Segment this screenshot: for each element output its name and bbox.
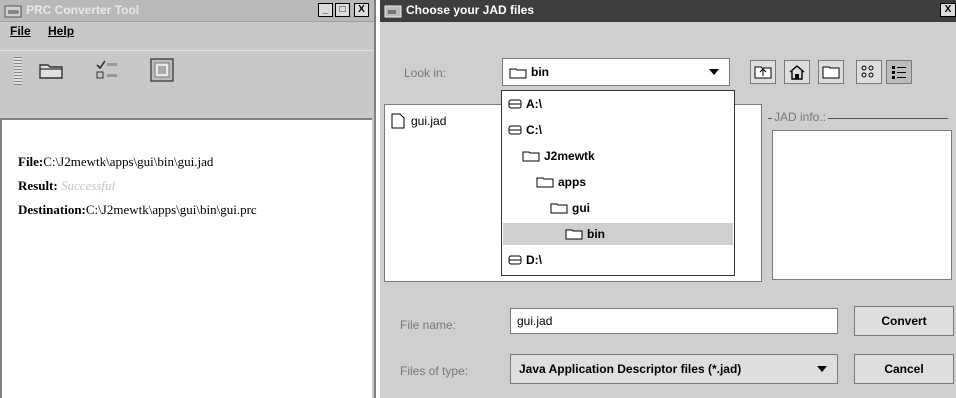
- new-folder-icon: [822, 66, 840, 79]
- folder-icon: [550, 203, 568, 214]
- up-folder-button[interactable]: [750, 60, 776, 84]
- result-label: Result:: [18, 178, 58, 193]
- drive-icon: [508, 125, 522, 135]
- cancel-label: Cancel: [884, 362, 924, 376]
- home-icon: [789, 65, 805, 80]
- open-folder-icon: [39, 64, 63, 79]
- file-row: File:C:\J2mewtk\apps\gui\bin\gui.jad: [18, 154, 213, 170]
- prc-converter-window: PRC Converter Tool _ □ X File Help File:…: [0, 0, 376, 398]
- folder-icon: [565, 229, 583, 240]
- dropdown-item-label: bin: [587, 227, 605, 241]
- convert-button[interactable]: Convert: [854, 306, 954, 336]
- chevron-down-icon: [817, 366, 827, 372]
- result-row: Result: Successful: [18, 178, 115, 194]
- home-button[interactable]: [784, 60, 810, 84]
- dropdown-item[interactable]: gui: [502, 197, 590, 219]
- menu-file[interactable]: File: [10, 24, 31, 38]
- details-view-icon: [892, 66, 906, 79]
- look-in-dropdown-list[interactable]: A:\ C:\ J2mewtk apps gui bin D:\: [501, 90, 735, 276]
- look-in-label: Look in:: [404, 66, 447, 80]
- destination-value: C:\J2mewtk\apps\gui\bin\gui.prc: [85, 202, 257, 217]
- toolbar-grip[interactable]: [14, 57, 22, 85]
- destination-label: Destination:: [18, 202, 86, 217]
- cancel-button[interactable]: Cancel: [854, 354, 954, 384]
- settings-icon: [150, 58, 174, 82]
- dropdown-item-label: gui: [572, 201, 590, 215]
- options-button[interactable]: [147, 55, 177, 85]
- up-folder-icon: [754, 66, 772, 79]
- result-value: Successful: [60, 178, 116, 193]
- drive-icon: [508, 99, 522, 109]
- folder-icon: [509, 68, 527, 79]
- dropdown-item[interactable]: A:\: [502, 93, 542, 115]
- file-value: C:\J2mewtk\apps\gui\bin\gui.jad: [43, 154, 214, 169]
- checklist-icon: [96, 60, 117, 79]
- left-window-title: PRC Converter Tool: [26, 3, 140, 17]
- destination-row: Destination:C:\J2mewtk\apps\gui\bin\gui.…: [18, 202, 257, 218]
- dropdown-item[interactable]: J2mewtk: [502, 145, 595, 167]
- dropdown-item[interactable]: C:\: [502, 119, 542, 141]
- dropdown-item[interactable]: bin: [503, 223, 733, 245]
- new-folder-button[interactable]: [818, 60, 844, 84]
- menu-help[interactable]: Help: [48, 24, 74, 38]
- file-name-label: File name:: [400, 318, 457, 332]
- files-of-type-value: Java Application Descriptor files (*.jad…: [519, 362, 742, 376]
- java-cup-icon: [4, 5, 22, 18]
- results-panel: File:C:\J2mewtk\apps\gui\bin\gui.jad Res…: [0, 118, 372, 398]
- verify-button[interactable]: [92, 55, 122, 85]
- choose-jad-dialog: Choose your JAD files X Look in: bin gui…: [380, 0, 956, 398]
- menubar: File Help: [10, 24, 88, 38]
- dialog-title: Choose your JAD files: [406, 3, 535, 17]
- details-view-button[interactable]: [886, 60, 912, 84]
- jad-info-label: JAD info.:: [772, 110, 829, 124]
- files-of-type-label: Files of type:: [400, 364, 469, 378]
- open-button[interactable]: [36, 55, 66, 85]
- jad-info-box: [772, 130, 952, 280]
- dropdown-item-label: apps: [558, 175, 587, 189]
- list-view-button[interactable]: [856, 60, 882, 84]
- toolbar: [0, 50, 374, 117]
- dropdown-item[interactable]: D:\: [502, 249, 542, 271]
- look-in-combo[interactable]: bin: [502, 58, 730, 86]
- maximize-button[interactable]: □: [335, 3, 350, 17]
- file-label: File:: [18, 154, 44, 169]
- files-of-type-combo[interactable]: Java Application Descriptor files (*.jad…: [510, 354, 838, 384]
- file-name-input-value: gui.jad: [517, 314, 553, 328]
- convert-label: Convert: [881, 314, 927, 328]
- close-button[interactable]: X: [354, 3, 369, 17]
- dialog-titlebar[interactable]: Choose your JAD files X: [380, 0, 956, 22]
- folder-icon: [522, 151, 540, 162]
- jad-info-panel: JAD info.:: [768, 110, 956, 282]
- dropdown-item-label: D:\: [526, 253, 542, 267]
- file-item[interactable]: gui.jad: [391, 113, 446, 129]
- java-cup-icon: [384, 5, 402, 18]
- dialog-close-button[interactable]: X: [940, 3, 956, 17]
- chevron-down-icon: [709, 69, 719, 75]
- dropdown-item-label: J2mewtk: [544, 149, 595, 163]
- dropdown-item-label: C:\: [526, 123, 542, 137]
- drive-icon: [508, 255, 522, 265]
- left-titlebar[interactable]: PRC Converter Tool _ □ X: [0, 0, 374, 22]
- file-name-input[interactable]: gui.jad: [510, 308, 838, 334]
- minimize-button[interactable]: _: [318, 3, 333, 17]
- dropdown-item[interactable]: apps: [502, 171, 586, 193]
- dropdown-item-label: A:\: [526, 97, 542, 111]
- file-name: gui.jad: [411, 114, 447, 128]
- list-view-icon: [861, 65, 874, 78]
- file-icon: [391, 113, 405, 129]
- folder-icon: [536, 177, 554, 188]
- look-in-value: bin: [531, 65, 549, 79]
